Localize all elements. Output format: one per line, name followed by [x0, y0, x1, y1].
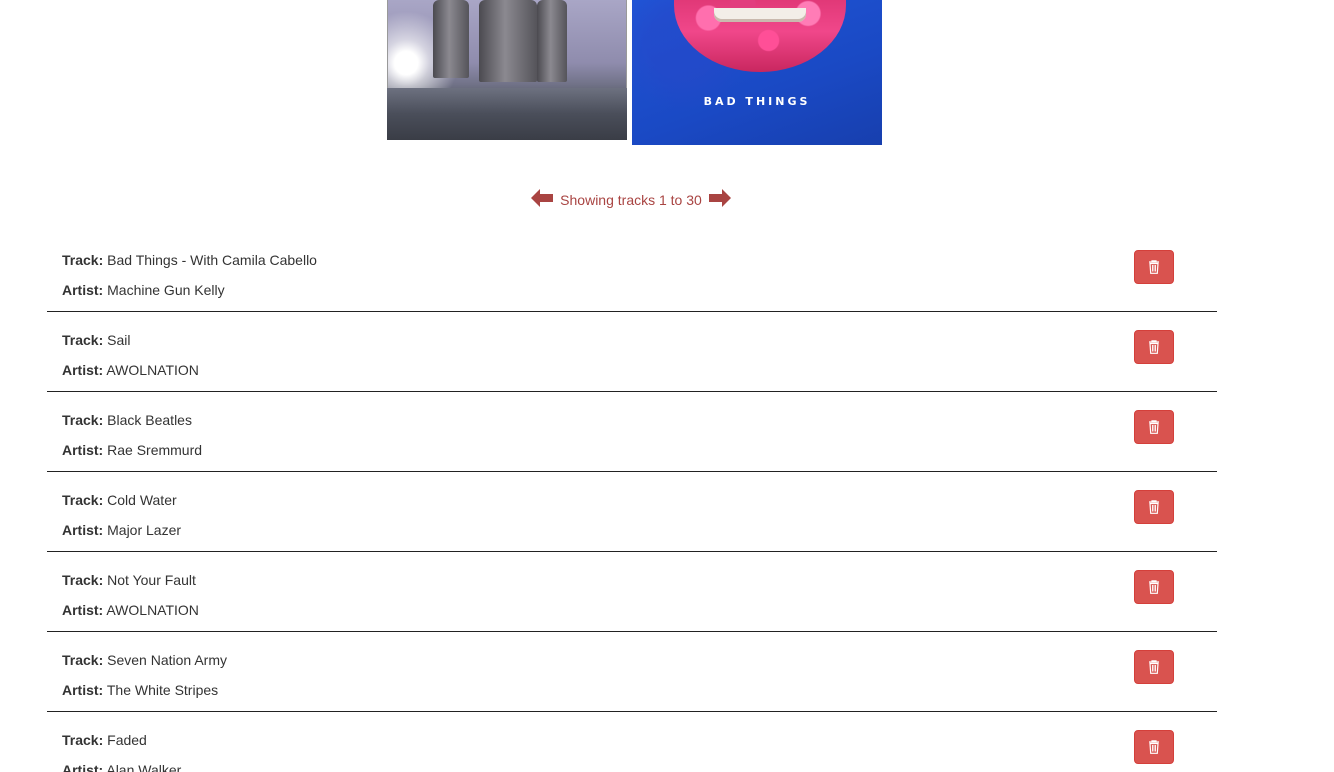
track-title: Seven Nation Army	[107, 652, 227, 668]
track-row: Track: Bad Things - With Camila Cabello …	[47, 232, 1217, 312]
artist-line: Artist: The White Stripes	[62, 682, 218, 698]
delete-track-button[interactable]	[1134, 330, 1174, 364]
track-title: Not Your Fault	[107, 572, 196, 588]
cover-rock	[479, 0, 537, 82]
artist-label: Artist:	[62, 282, 104, 298]
artist-name: Rae Sremmurd	[107, 442, 203, 458]
artist-label: Artist:	[62, 362, 104, 378]
track-row: Track: Black Beatles Artist: Rae Sremmur…	[47, 392, 1217, 472]
arrow-left-icon[interactable]	[531, 189, 554, 210]
track-title: Cold Water	[107, 492, 177, 508]
artist-line: Artist: AWOLNATION	[62, 362, 199, 378]
track-row: Track: Cold Water Artist: Major Lazer	[47, 472, 1217, 552]
artist-line: Artist: Machine Gun Kelly	[62, 282, 225, 298]
track-line: Track: Sail	[62, 332, 131, 348]
artist-name: Machine Gun Kelly	[107, 282, 225, 298]
artist-line: Artist: Rae Sremmurd	[62, 442, 202, 458]
artist-line: Artist: AWOLNATION	[62, 602, 199, 618]
track-title: Faded	[107, 732, 147, 748]
artist-name: Major Lazer	[107, 522, 182, 538]
artist-name: AWOLNATION	[106, 362, 199, 378]
track-line: Track: Not Your Fault	[62, 572, 196, 588]
cover-rock	[537, 0, 567, 82]
track-row: Track: Sail Artist: AWOLNATION	[47, 312, 1217, 392]
pagination: Showing tracks 1 to 30	[0, 189, 1262, 210]
pagination-label: Showing tracks 1 to 30	[560, 191, 702, 208]
cover-water	[387, 88, 627, 140]
trash-icon	[1149, 660, 1159, 674]
track-title: Bad Things - With Camila Cabello	[107, 252, 317, 268]
delete-track-button[interactable]	[1134, 410, 1174, 444]
arrow-right-icon[interactable]	[708, 189, 731, 210]
artist-name: The White Stripes	[106, 682, 219, 698]
delete-track-button[interactable]	[1134, 570, 1174, 604]
delete-track-button[interactable]	[1134, 490, 1174, 524]
track-list: Track: Bad Things - With Camila Cabello …	[47, 232, 1217, 772]
track-label: Track:	[62, 332, 104, 348]
delete-track-button[interactable]	[1134, 250, 1174, 284]
track-line: Track: Bad Things - With Camila Cabello	[62, 252, 317, 268]
cover-rock	[433, 0, 469, 78]
track-label: Track:	[62, 412, 104, 428]
artist-line: Artist: Major Lazer	[62, 522, 181, 538]
artist-line: Artist: Alan Walker	[62, 762, 181, 772]
track-row: Track: Seven Nation Army Artist: The Whi…	[47, 632, 1217, 712]
track-line: Track: Cold Water	[62, 492, 177, 508]
track-list-page: BAD THINGS Showing tracks 1 to 30 Track:…	[0, 0, 1334, 772]
trash-icon	[1149, 340, 1159, 354]
cover-title: BAD THINGS	[703, 95, 811, 108]
artist-label: Artist:	[62, 442, 104, 458]
artist-name: AWOLNATION	[106, 602, 199, 618]
trash-icon	[1149, 580, 1159, 594]
track-title: Black Beatles	[107, 412, 192, 428]
track-line: Track: Seven Nation Army	[62, 652, 227, 668]
track-row: Track: Not Your Fault Artist: AWOLNATION	[47, 552, 1217, 632]
trash-icon	[1149, 500, 1159, 514]
track-line: Track: Black Beatles	[62, 412, 192, 428]
track-label: Track:	[62, 732, 104, 748]
artist-name: Alan Walker	[106, 762, 182, 772]
album-cover-image: BAD THINGS	[632, 0, 882, 145]
artist-label: Artist:	[62, 682, 104, 698]
track-label: Track:	[62, 652, 104, 668]
artist-label: Artist:	[62, 602, 104, 618]
artist-label: Artist:	[62, 522, 104, 538]
track-label: Track:	[62, 572, 104, 588]
trash-icon	[1149, 420, 1159, 434]
trash-icon	[1149, 260, 1159, 274]
delete-track-button[interactable]	[1134, 650, 1174, 684]
trash-icon	[1149, 740, 1159, 754]
track-line: Track: Faded	[62, 732, 147, 748]
track-label: Track:	[62, 252, 104, 268]
track-row: Track: Faded Artist: Alan Walker	[47, 712, 1217, 772]
album-cover-image	[387, 0, 627, 140]
artist-label: Artist:	[62, 762, 104, 772]
track-title: Sail	[107, 332, 131, 348]
delete-track-button[interactable]	[1134, 730, 1174, 764]
track-label: Track:	[62, 492, 104, 508]
cover-teeth	[714, 8, 806, 22]
